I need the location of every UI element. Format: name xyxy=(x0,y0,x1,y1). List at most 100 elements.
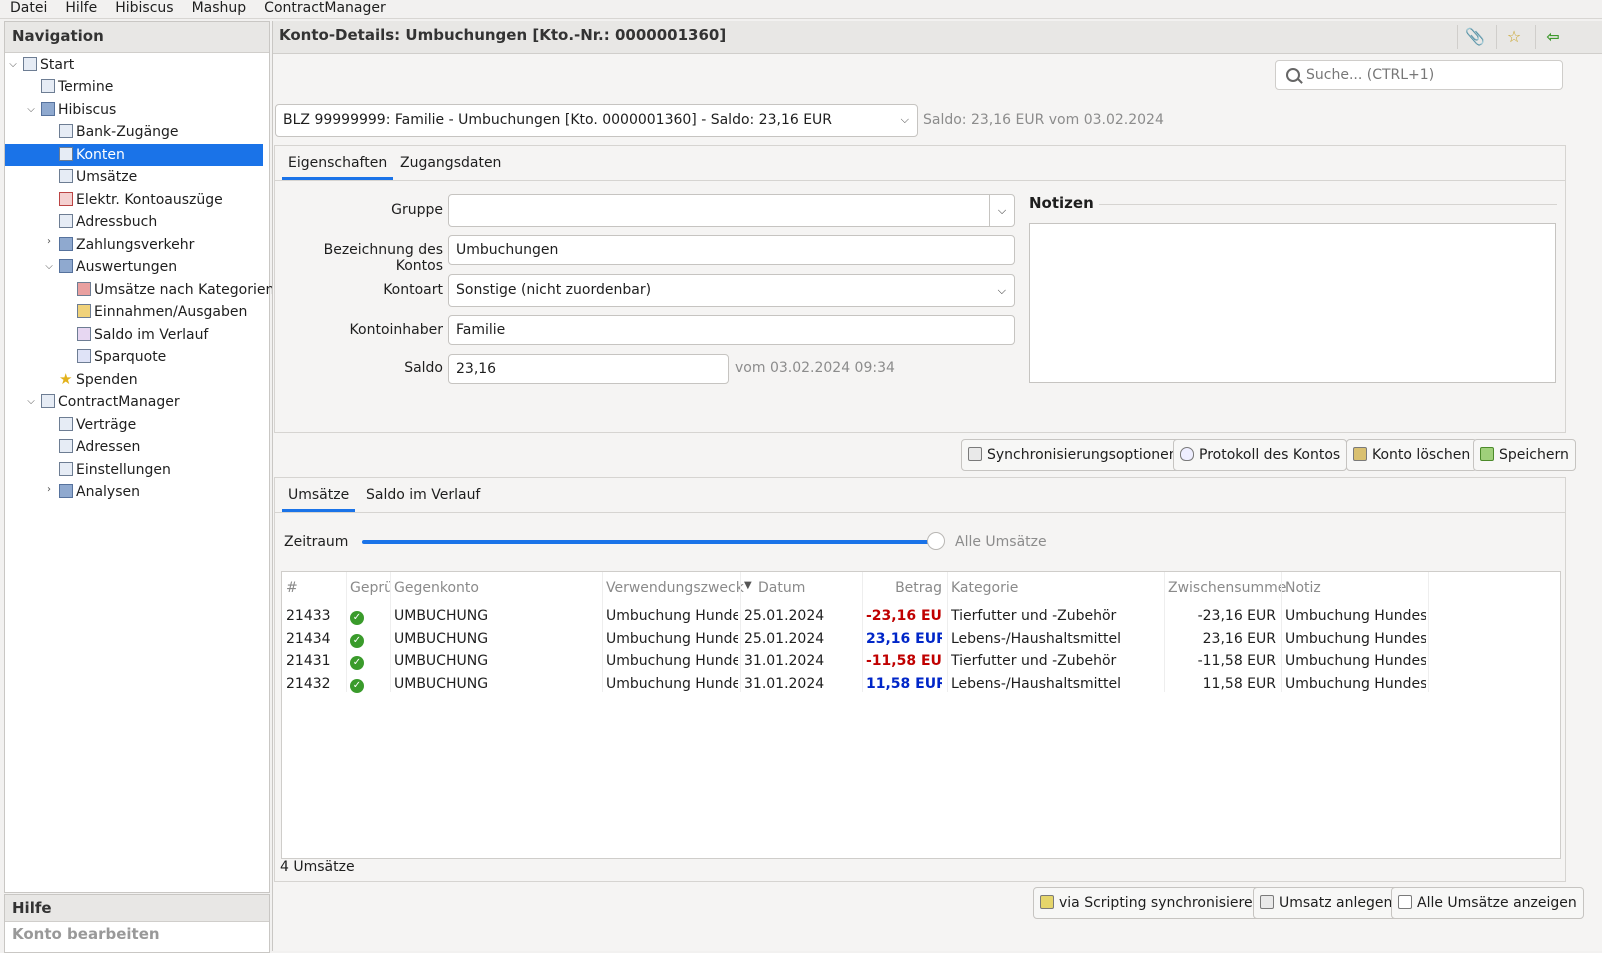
lightbulb-icon xyxy=(1180,447,1194,461)
menu-hibiscus[interactable]: Hibiscus xyxy=(105,0,181,16)
tab-umsaetze[interactable]: Umsätze xyxy=(282,478,356,512)
saldo-date: vom 03.02.2024 09:34 xyxy=(735,360,895,376)
nav-item-einstellungen[interactable]: Einstellungen xyxy=(59,459,171,481)
sync-options-button[interactable]: Synchronisierungsoptionen xyxy=(961,439,1185,471)
cell-datum: 25.01.2024 xyxy=(744,608,825,624)
nav-item-umsaetze-nach-kategorien[interactable]: Umsätze nach Kategorien xyxy=(77,279,274,301)
expand-analysen-icon[interactable]: › xyxy=(43,484,55,495)
search-icon xyxy=(1286,68,1300,82)
nav-item-adressbuch[interactable]: Adressbuch xyxy=(59,211,157,233)
menu-datei[interactable]: Datei xyxy=(0,0,55,16)
col-header-verwendungszweck[interactable]: Verwendungszweck xyxy=(606,580,744,596)
bookmark-star-icon[interactable]: ☆ xyxy=(1496,25,1531,49)
nav-item-contractmanager[interactable]: ContractManager xyxy=(41,391,180,413)
col-header-datum[interactable]: Datum xyxy=(758,580,805,596)
save-button[interactable]: Speichern xyxy=(1473,439,1576,471)
tab-eigenschaften[interactable]: Eigenschaften xyxy=(282,146,394,180)
expand-hibiscus-icon[interactable]: ⌵ xyxy=(25,104,37,115)
tab-saldo-im-verlauf[interactable]: Saldo im Verlauf xyxy=(360,478,486,512)
col-header-kategorie[interactable]: Kategorie xyxy=(951,580,1018,596)
cell-zwischensumme: 11,58 EUR xyxy=(1202,675,1276,692)
contract-icon xyxy=(41,394,55,408)
folder-icon xyxy=(59,484,73,498)
show-all-transactions-button[interactable]: Alle Umsätze anzeigen xyxy=(1391,887,1584,919)
saldo-field[interactable]: 23,16 xyxy=(448,354,729,384)
nav-item-bank-zugaenge[interactable]: Bank-Zugänge xyxy=(59,121,179,143)
account-log-button[interactable]: Protokoll des Kontos xyxy=(1173,439,1348,471)
chevron-down-icon: ⌵ xyxy=(900,113,909,126)
nav-item-adressen[interactable]: Adressen xyxy=(59,436,140,458)
nav-item-auswertungen[interactable]: Auswertungen xyxy=(59,256,177,278)
expand-contractmanager-icon[interactable]: ⌵ xyxy=(25,396,37,407)
pdf-icon xyxy=(59,192,73,206)
nav-item-vertraege[interactable]: Verträge xyxy=(59,414,136,436)
zeitraum-slider-handle[interactable] xyxy=(927,532,945,550)
chevron-down-icon[interactable]: ⌵ xyxy=(989,195,1014,226)
col-header-notiz[interactable]: Notiz xyxy=(1285,580,1321,596)
new-transaction-icon xyxy=(1260,895,1274,909)
nav-item-sparquote[interactable]: Sparquote xyxy=(77,346,166,368)
kontoart-select[interactable]: Sonstige (nicht zuordenbar) ⌵ xyxy=(448,274,1015,307)
zeitraum-slider-track[interactable] xyxy=(362,540,936,544)
cell-zwischensumme: -23,16 EUR xyxy=(1197,608,1276,624)
expand-auswertungen-icon[interactable]: ⌵ xyxy=(43,261,55,272)
cell-datum: 31.01.2024 xyxy=(744,675,825,692)
cell-zweck: Umbuchung Hundesi xyxy=(606,630,738,647)
table-row[interactable]: 21433 ✓ UMBUCHUNG Umbuchung Hundesi 25.01.20… xyxy=(282,606,1428,628)
table-row[interactable]: 21432 ✓ UMBUCHUNG Umbuchung Hundesi 31.01.20… xyxy=(282,674,1428,696)
sync-settings-icon xyxy=(968,447,982,461)
col-header-gegenkonto[interactable]: Gegenkonto xyxy=(394,580,479,596)
computer-icon xyxy=(23,57,37,71)
cell-gegenkonto: UMBUCHUNG xyxy=(394,608,489,624)
nav-item-termine[interactable]: Termine xyxy=(41,76,113,98)
tab-zugangsdaten[interactable]: Zugangsdaten xyxy=(394,146,507,180)
col-header-geprueft[interactable]: Geprü xyxy=(350,580,390,596)
table-row[interactable]: 21434 ✓ UMBUCHUNG Umbuchung Hundesi 25.01.20… xyxy=(282,629,1428,651)
folder-icon xyxy=(59,259,73,273)
bezeichnung-field[interactable]: Umbuchungen xyxy=(448,235,1015,265)
chart-icon xyxy=(77,327,91,341)
cell-kategorie: Lebens-/Haushaltsmittel xyxy=(951,675,1122,692)
nav-item-zahlungsverkehr[interactable]: Zahlungsverkehr xyxy=(59,234,194,256)
nav-item-einnahmen-ausgaben[interactable]: Einnahmen/Ausgaben xyxy=(77,301,247,323)
attachment-icon[interactable]: 📎 xyxy=(1457,25,1492,49)
col-header-betrag[interactable]: Betrag xyxy=(866,580,942,596)
expand-zahlungsverkehr-icon[interactable]: › xyxy=(43,236,55,247)
nav-item-saldo-im-verlauf[interactable]: Saldo im Verlauf xyxy=(77,324,208,346)
menu-hilfe[interactable]: Hilfe xyxy=(55,0,105,16)
cell-id: 21433 xyxy=(286,608,331,624)
table-row[interactable]: 21431 ✓ UMBUCHUNG Umbuchung Hundesi 31.01.20… xyxy=(282,651,1428,673)
checked-icon: ✓ xyxy=(350,608,386,625)
nav-item-konten[interactable]: Konten xyxy=(5,144,263,166)
col-header-zwischensumme[interactable]: Zwischensumme xyxy=(1168,580,1286,596)
nav-item-kontoauszuege[interactable]: Elektr. Kontoauszüge xyxy=(59,189,223,211)
kontoinhaber-field[interactable]: Familie xyxy=(448,315,1015,345)
nav-item-analysen[interactable]: Analysen xyxy=(59,481,140,503)
col-header-id[interactable]: # xyxy=(286,580,298,596)
scripting-icon xyxy=(1040,895,1054,909)
nav-item-hibiscus[interactable]: Hibiscus xyxy=(41,99,116,121)
account-select[interactable]: BLZ 99999999: Familie - Umbuchungen [Kto… xyxy=(275,104,918,137)
delete-account-button[interactable]: Konto löschen xyxy=(1346,439,1478,471)
navigation-title: Navigation xyxy=(5,22,269,53)
zeitraum-label: Zeitraum xyxy=(284,534,349,550)
main-title-bar: Konto-Details: Umbuchungen [Kto.-Nr.: 00… xyxy=(273,21,1602,54)
cell-zwischensumme: 23,16 EUR xyxy=(1202,630,1276,647)
nav-item-umsaetze[interactable]: Umsätze xyxy=(59,166,137,188)
notes-textarea[interactable] xyxy=(1029,223,1556,383)
menu-contractmanager[interactable]: ContractManager xyxy=(254,0,394,16)
back-arrow-icon[interactable]: ⇦ xyxy=(1535,25,1570,49)
nav-item-start[interactable]: Start xyxy=(23,54,74,76)
create-transaction-button[interactable]: Umsatz anlegen xyxy=(1253,887,1400,919)
document-icon xyxy=(59,417,73,431)
scripting-sync-button[interactable]: via Scripting synchronisieren xyxy=(1033,887,1269,919)
folder-icon xyxy=(59,237,73,251)
gruppe-select[interactable]: ⌵ xyxy=(448,194,1015,227)
nav-item-spenden[interactable]: ★ Spenden xyxy=(59,369,138,391)
search-input[interactable]: Suche... (CTRL+1) xyxy=(1275,60,1563,90)
account-icon xyxy=(59,147,73,161)
expand-start-icon[interactable]: ⌵ xyxy=(7,59,19,70)
sort-desc-icon: ▼ xyxy=(744,580,752,591)
star-icon: ★ xyxy=(59,370,73,388)
menu-mashup[interactable]: Mashup xyxy=(182,0,255,16)
